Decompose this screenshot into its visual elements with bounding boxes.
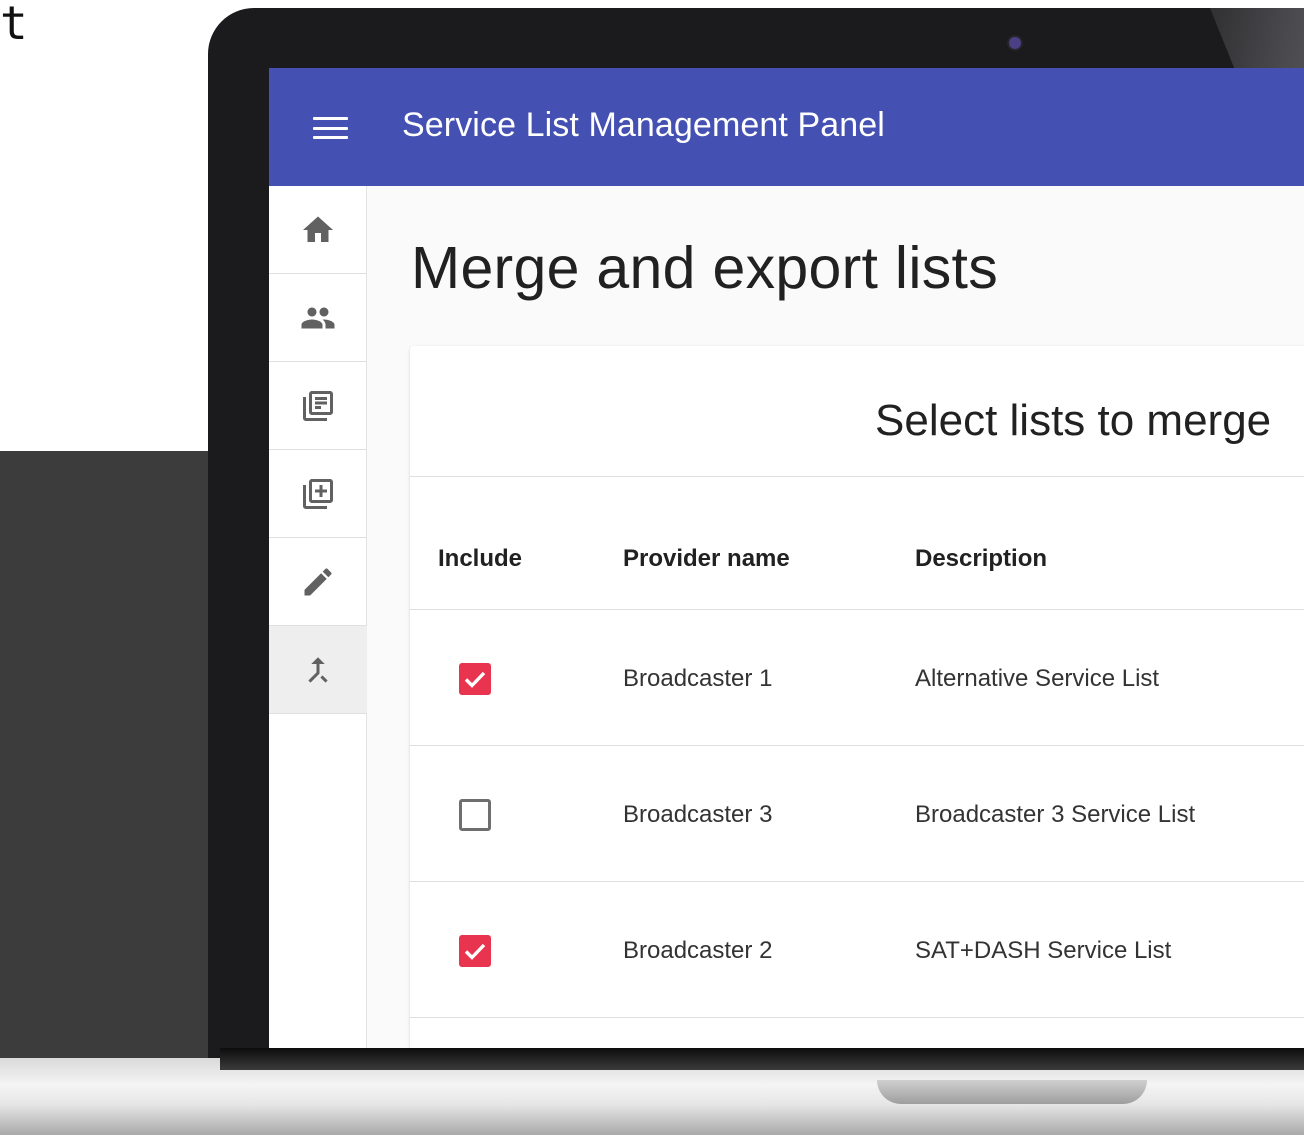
description-cell: Broadcaster 3 Service List [915, 801, 1196, 828]
nav-item-add-list[interactable] [269, 450, 367, 538]
include-checkbox[interactable] [459, 799, 491, 831]
home-icon [303, 216, 333, 242]
nav-item-people[interactable] [269, 274, 367, 362]
column-header-include[interactable]: Include [438, 545, 522, 573]
side-nav [269, 186, 367, 1048]
nav-item-home[interactable] [269, 186, 367, 274]
backdrop-panel [0, 451, 230, 1135]
app-bar: Service List Management Panel [269, 68, 1304, 186]
column-header-provider[interactable]: Provider name [623, 545, 790, 573]
nav-item-edit[interactable] [269, 538, 367, 626]
include-checkbox[interactable] [459, 663, 491, 695]
nav-item-merge[interactable] [269, 626, 367, 714]
laptop-hinge [220, 1048, 1304, 1070]
list-document-icon [303, 390, 333, 421]
column-header-description[interactable]: Description [915, 545, 1047, 573]
main-content: Merge and export lists Select lists to m… [367, 186, 1304, 1048]
table-row: Broadcaster 3 Broadcaster 3 Service List [410, 746, 1304, 882]
checkmark-icon [464, 671, 486, 688]
description-cell: SAT+DASH Service List [915, 937, 1172, 964]
corner-text-fragment: t [0, 0, 28, 50]
nav-item-lists[interactable] [269, 362, 367, 450]
laptop-screen: Service List Management Panel Merge and … [269, 68, 1304, 1048]
add-library-icon [303, 478, 333, 509]
app-title: Service List Management Panel [402, 106, 885, 144]
table-row: Broadcaster 2 SAT+DASH Service List [410, 882, 1304, 1018]
edit-pencil-icon [304, 567, 332, 595]
page-title: Merge and export lists [411, 235, 999, 301]
include-checkbox[interactable] [459, 935, 491, 967]
provider-name-cell: Broadcaster 3 [623, 801, 773, 828]
merge-icon [308, 656, 328, 683]
merge-lists-card: Select lists to merge Include Provider n… [410, 346, 1304, 1048]
laptop-thumb-notch [877, 1080, 1147, 1104]
card-title: Select lists to merge [875, 396, 1272, 445]
provider-name-cell: Broadcaster 2 [623, 937, 773, 964]
hamburger-menu-icon[interactable] [313, 117, 348, 139]
webcam-icon [1009, 37, 1021, 49]
provider-name-cell: Broadcaster 1 [623, 665, 773, 692]
table-row: Broadcaster 1 Alternative Service List [410, 610, 1304, 746]
description-cell: Alternative Service List [915, 665, 1160, 692]
checkmark-icon [464, 943, 486, 960]
table-header-row: Include Provider name Description [410, 477, 1304, 610]
people-icon [301, 307, 335, 328]
